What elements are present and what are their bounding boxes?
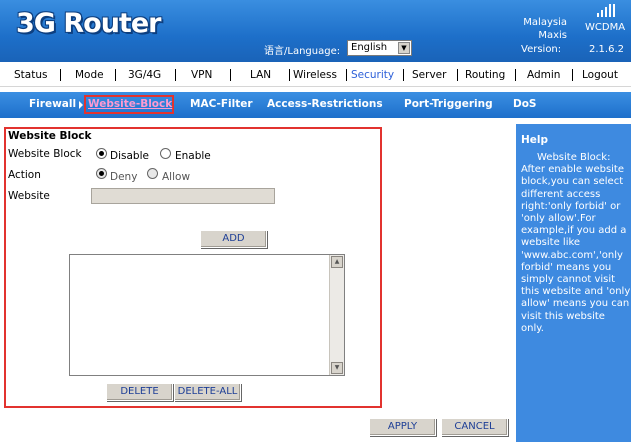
header: 3G Router Malaysia Maxis WCDMA Version: …: [0, 0, 631, 62]
language-select-value: English: [351, 42, 388, 53]
apply-button[interactable]: APPLY: [369, 418, 436, 436]
delete-all-button[interactable]: DELETE-ALL: [174, 383, 241, 401]
subnav-access-restrictions[interactable]: Access-Restrictions: [267, 98, 383, 110]
radio-deny[interactable]: [96, 168, 107, 179]
radio-disable-label: Disable: [110, 150, 149, 162]
main-content: Website Block Website Block Disable Enab…: [0, 122, 514, 442]
radio-allow[interactable]: [147, 168, 158, 179]
nav-vpn[interactable]: VPN: [191, 69, 212, 81]
website-list[interactable]: ▲ ▼: [69, 254, 345, 376]
nav-separator: [115, 69, 116, 81]
website-input[interactable]: [91, 188, 275, 204]
nav-server[interactable]: Server: [412, 69, 446, 81]
delete-button[interactable]: DELETE: [106, 383, 173, 401]
subnav-port-triggering[interactable]: Port-Triggering: [404, 98, 493, 110]
main-nav: Status Mode 3G/4G VPN LAN Wireless Secur…: [0, 62, 631, 87]
panel-title: Website Block: [8, 130, 92, 142]
subnav-website-block[interactable]: Website-Block: [88, 98, 172, 110]
arrow-right-icon: [79, 101, 83, 109]
language-select[interactable]: English ▼: [347, 40, 412, 56]
add-button[interactable]: ADD: [200, 230, 267, 248]
radio-allow-label: Allow: [162, 171, 191, 183]
version-value: 2.1.6.2: [589, 44, 624, 55]
nav-separator: [572, 69, 573, 81]
carrier-name: Maxis: [538, 30, 567, 41]
action-label: Action: [8, 169, 41, 181]
subnav-dos[interactable]: DoS: [513, 98, 537, 110]
radio-deny-label: Deny: [110, 171, 138, 183]
nav-separator: [403, 69, 404, 81]
nav-separator: [289, 69, 290, 81]
nav-mode[interactable]: Mode: [75, 69, 104, 81]
network-type: WCDMA: [585, 22, 626, 33]
radio-disable[interactable]: [96, 148, 107, 159]
help-text: Website Block: After enable website bloc…: [521, 152, 631, 334]
nav-separator: [175, 69, 176, 81]
language-label: 语言/Language:: [264, 46, 341, 57]
signal-icon: [597, 4, 615, 17]
nav-separator: [60, 69, 61, 81]
nav-security[interactable]: Security: [351, 69, 394, 81]
website-label: Website: [8, 190, 50, 202]
carrier-info: Malaysia Maxis: [523, 16, 567, 42]
scroll-down-icon[interactable]: ▼: [331, 362, 343, 374]
list-scrollbar[interactable]: ▲ ▼: [329, 255, 344, 375]
website-block-label: Website Block: [8, 148, 82, 160]
help-panel: Help Website Block: After enable website…: [514, 124, 631, 442]
scroll-up-icon[interactable]: ▲: [331, 256, 343, 268]
logo: 3G Router: [16, 8, 161, 39]
nav-routing[interactable]: Routing: [465, 69, 505, 81]
chevron-down-icon[interactable]: ▼: [398, 42, 410, 54]
help-title: Help: [521, 134, 549, 146]
nav-3g4g[interactable]: 3G/4G: [128, 69, 161, 81]
nav-logout[interactable]: Logout: [582, 69, 618, 81]
nav-admin[interactable]: Admin: [527, 69, 560, 81]
version-label: Version:: [521, 44, 562, 55]
nav-lan[interactable]: LAN: [250, 69, 271, 81]
subnav-firewall[interactable]: Firewall: [29, 98, 76, 110]
carrier-country: Malaysia: [523, 17, 567, 28]
nav-wireless[interactable]: Wireless: [293, 69, 337, 81]
radio-enable-label: Enable: [175, 150, 211, 162]
radio-enable[interactable]: [160, 148, 171, 159]
nav-separator: [457, 69, 458, 81]
cancel-button[interactable]: CANCEL: [441, 418, 508, 436]
nav-status[interactable]: Status: [14, 69, 47, 81]
subnav-mac-filter[interactable]: MAC-Filter: [190, 98, 253, 110]
nav-separator: [230, 69, 231, 81]
nav-separator: [346, 69, 347, 81]
sub-nav: Firewall Website-Block MAC-Filter Access…: [0, 92, 631, 118]
nav-separator: [515, 69, 516, 81]
